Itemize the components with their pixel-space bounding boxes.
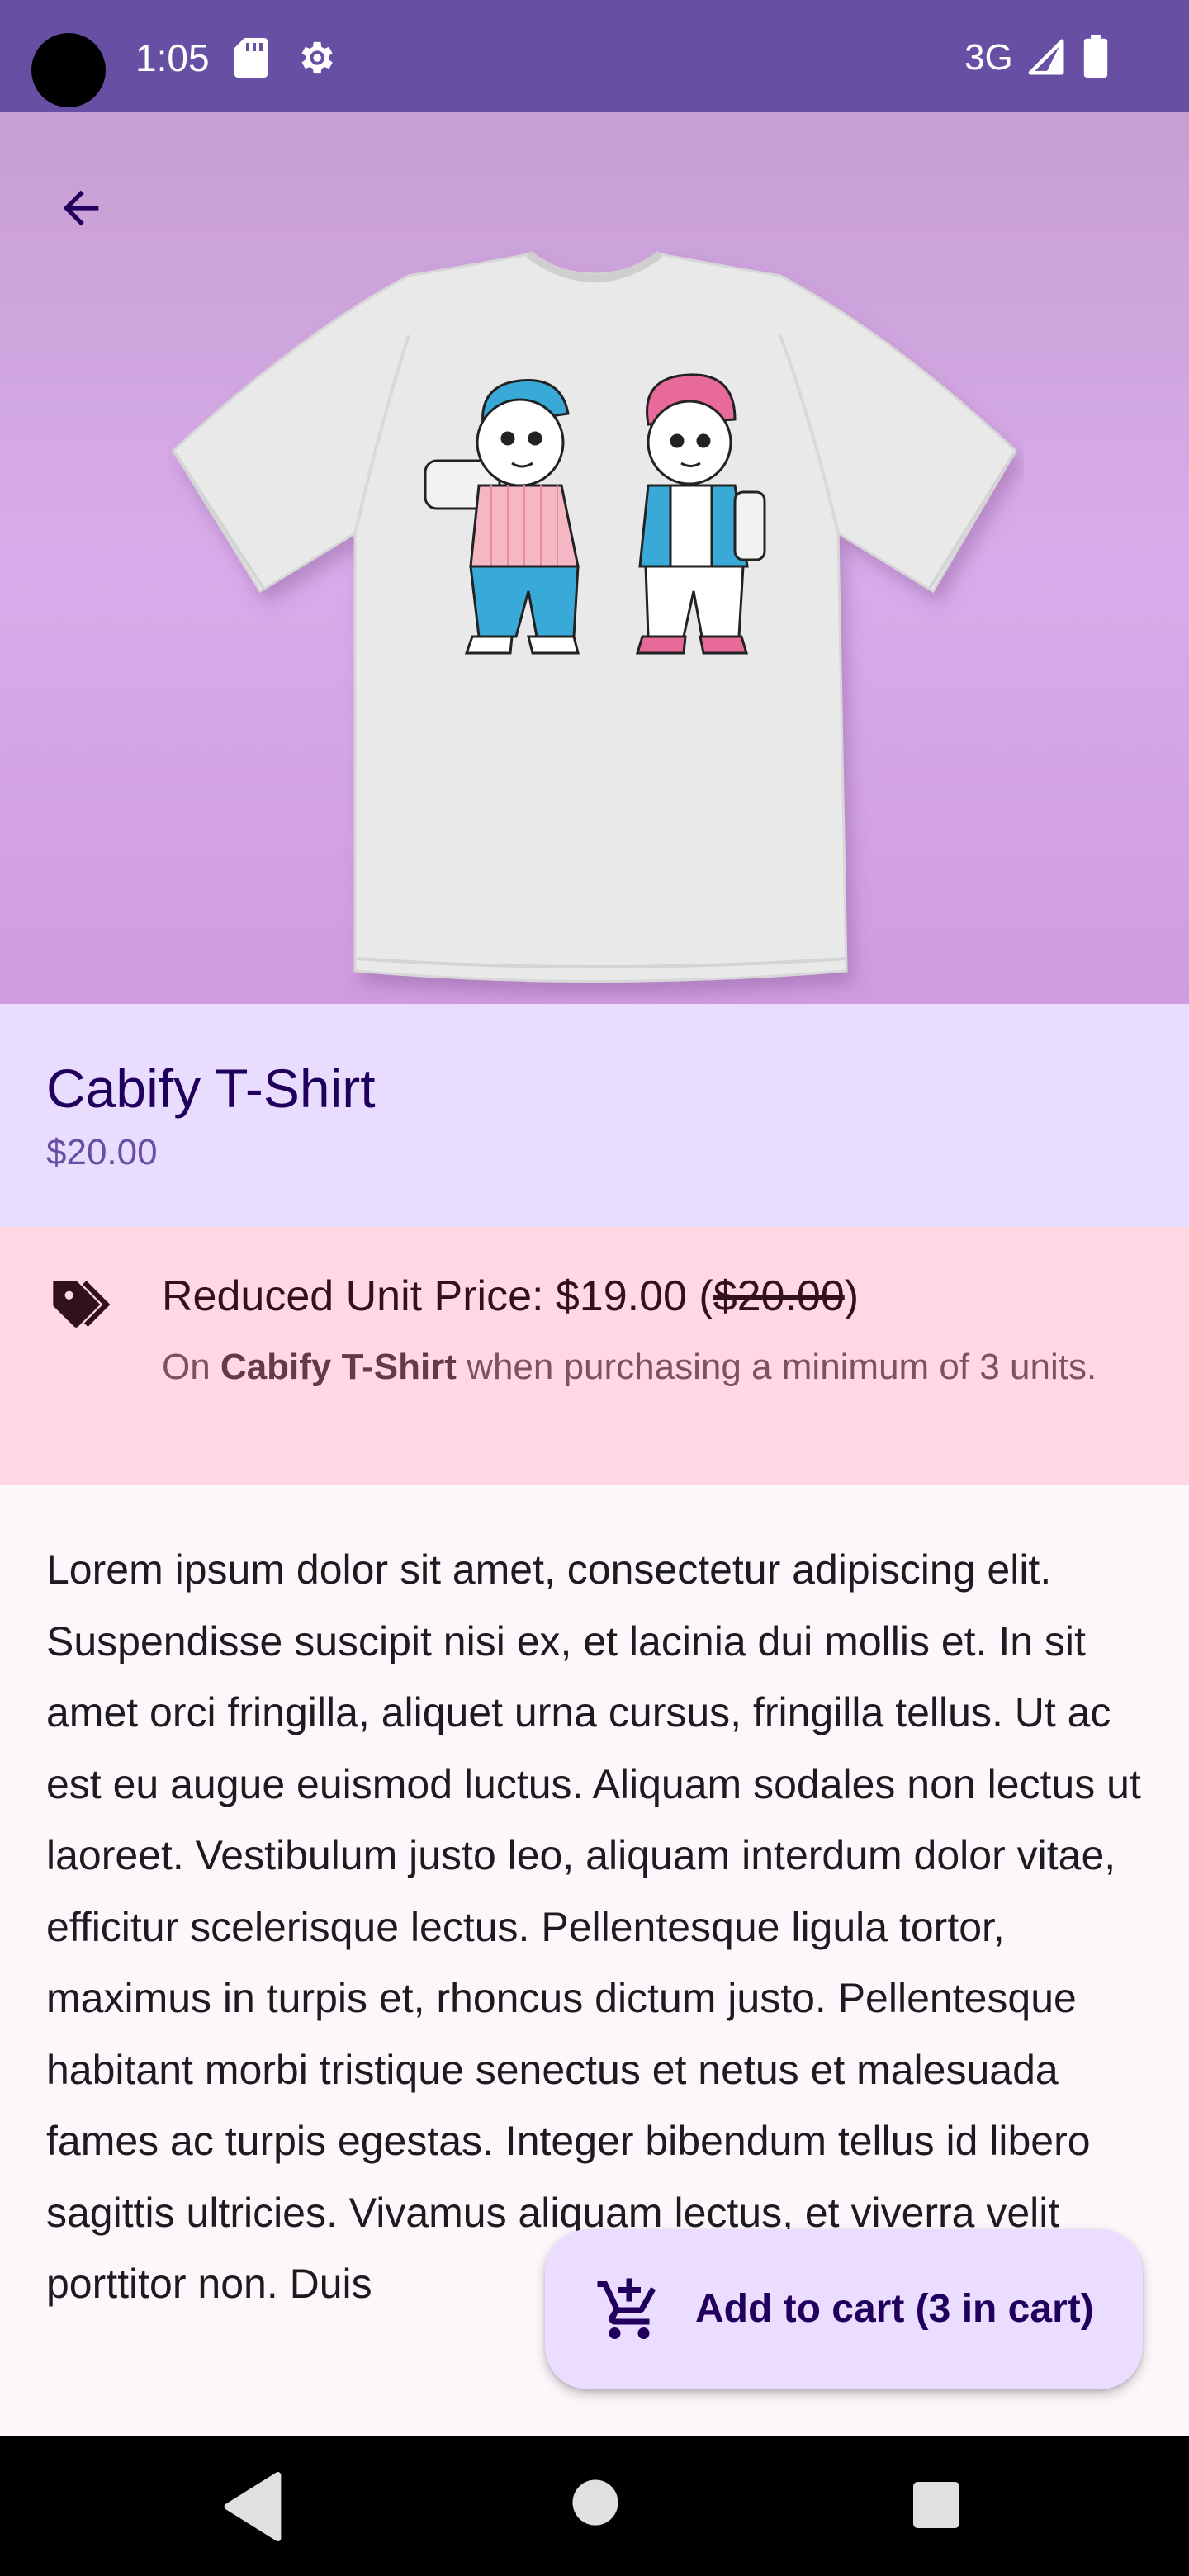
network-type: 3G: [964, 37, 1013, 78]
product-title-section: Cabify T-Shirt $20.00: [0, 1004, 1189, 1227]
promo-description: On Cabify T-Shirt when purchasing a mini…: [162, 1344, 1144, 1390]
product-image: [172, 250, 1017, 983]
battery-icon: [1083, 35, 1108, 78]
nav-recents-icon[interactable]: [913, 2482, 959, 2528]
nav-home-icon[interactable]: [571, 2479, 619, 2526]
promo-title-prefix: Reduced Unit Price: $19.00 (: [162, 1272, 713, 1320]
promo-desc-suffix: when purchasing a minimum of 3 units.: [456, 1347, 1097, 1387]
back-button[interactable]: [43, 170, 119, 246]
product-price: $20.00: [46, 1132, 158, 1172]
sd-card-icon: [234, 38, 268, 78]
product-image-header: [0, 112, 1189, 1004]
gear-icon: [301, 41, 333, 74]
promo-desc-product: Cabify T-Shirt: [220, 1347, 457, 1387]
add-to-cart-button[interactable]: Add to cart (3 in cart): [545, 2229, 1143, 2389]
system-navigation-bar: [0, 2436, 1189, 2576]
promo-title: Reduced Unit Price: $19.00 ($20.00): [162, 1270, 859, 1323]
promo-banner: Reduced Unit Price: $19.00 ($20.00) On C…: [0, 1227, 1189, 1485]
add-to-cart-label: Add to cart (3 in cart): [695, 2287, 1094, 2331]
product-name: Cabify T-Shirt: [46, 1058, 376, 1119]
promo-desc-prefix: On: [162, 1347, 220, 1387]
signal-icon: [1028, 39, 1064, 75]
product-description: Lorem ipsum dolor sit amet, consectetur …: [46, 1546, 1141, 2307]
status-bar: 1:05 3G: [0, 0, 1189, 112]
camera-cutout: [31, 33, 106, 107]
arrow-left-icon: [63, 190, 99, 226]
nav-back-icon[interactable]: [220, 2472, 286, 2541]
status-time: 1:05: [135, 36, 210, 79]
promo-original-price: $20.00: [713, 1272, 845, 1320]
tag-icon: [53, 1281, 111, 1328]
promo-title-suffix: ): [844, 1272, 860, 1320]
add-shopping-cart-icon: [597, 2278, 656, 2339]
